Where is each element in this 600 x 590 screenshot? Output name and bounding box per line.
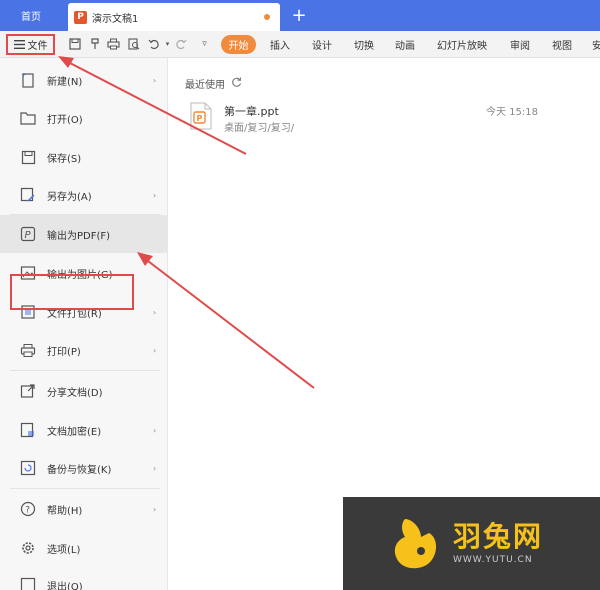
tab-design[interactable]: 设计 <box>312 35 332 54</box>
menu-item-label: 另存为(A) <box>47 191 92 203</box>
ppt-file-icon: P <box>190 102 212 130</box>
customize-dropdown-icon[interactable]: ▿ <box>197 36 212 51</box>
tab-security[interactable]: 安 <box>592 35 600 54</box>
svg-text:P: P <box>25 230 32 241</box>
chevron-right-icon: › <box>153 425 157 435</box>
print-preview-icon[interactable] <box>126 36 141 51</box>
menu-item-label: 文档加密(E) <box>47 426 102 438</box>
menu-item-label: 输出为PDF(F) <box>47 230 111 242</box>
unsaved-dot-icon <box>264 14 270 20</box>
menu-divider <box>10 370 160 371</box>
menu-item-label: 打印(P) <box>47 346 81 358</box>
tab-review[interactable]: 审阅 <box>510 35 530 54</box>
menu-item-share[interactable]: 分享文档(D) <box>0 372 168 410</box>
menu-item-label: 新建(N) <box>47 76 83 88</box>
new-file-icon: + <box>19 71 37 89</box>
menu-item-label: 保存(S) <box>47 153 82 165</box>
tab-view[interactable]: 视图 <box>552 35 572 54</box>
menu-divider <box>10 488 160 489</box>
chevron-right-icon: › <box>153 463 157 473</box>
menu-item-save[interactable]: 保存(S) <box>0 138 168 176</box>
print-icon[interactable] <box>106 36 121 51</box>
lock-doc-icon <box>19 421 37 439</box>
tab-document[interactable]: P 演示文稿1 <box>68 3 280 31</box>
menu-item-label: 选项(L) <box>47 544 81 556</box>
watermark-logo: 羽兔网 WWW.YUTU.CN <box>343 497 600 590</box>
toolbar: 文件 ▾ ▿ 开始 插入 设计 切换 动画 幻灯片放映 审阅 视图 安 <box>0 31 600 58</box>
recent-file-path: 桌面/复习/复习/ <box>224 123 295 134</box>
menu-item-options[interactable]: 选项(L) <box>0 529 168 567</box>
menu-item-label: 帮助(H) <box>47 505 83 517</box>
chevron-right-icon: › <box>153 190 157 200</box>
tab-home[interactable]: 首页 <box>0 0 62 31</box>
svg-text:+: + <box>21 72 26 79</box>
chevron-right-icon: › <box>153 75 157 85</box>
file-menu-label: 文件 <box>27 41 48 52</box>
recent-title: 最近使用 <box>185 80 225 91</box>
arrow-to-pdf <box>147 260 315 389</box>
folder-icon <box>19 109 37 127</box>
menu-item-encrypt[interactable]: 文档加密(E) › <box>0 411 168 449</box>
menu-item-save-as[interactable]: 另存为(A) › <box>0 176 168 214</box>
save-icon <box>19 148 37 166</box>
app-window: 首页 P 演示文稿1 + 文件 ▾ ▿ 开始 插入 设计 切换 动画 幻灯片放映… <box>0 0 600 590</box>
menu-item-label: 打开(O) <box>47 114 83 126</box>
exit-icon <box>19 576 37 590</box>
file-menu-panel: + 新建(N) › 打开(O) 保存(S) 另存为(A) › P 输出为PDF(… <box>0 58 168 590</box>
format-painter-icon[interactable] <box>87 36 102 51</box>
backup-icon <box>19 459 37 477</box>
tab-start[interactable]: 开始 <box>221 35 256 54</box>
save-as-icon <box>19 186 37 204</box>
gear-icon <box>19 539 37 557</box>
tab-bar: 首页 P 演示文稿1 + <box>0 0 600 31</box>
watermark-text: 羽兔网 <box>453 520 544 553</box>
save-icon[interactable] <box>67 36 82 51</box>
menu-item-open[interactable]: 打开(O) <box>0 99 168 137</box>
hamburger-icon <box>13 40 25 49</box>
chevron-right-icon: › <box>153 504 157 514</box>
help-icon: ? <box>19 500 37 518</box>
refresh-icon[interactable] <box>231 76 242 91</box>
undo-icon[interactable] <box>146 36 161 51</box>
menu-item-label: 退出(Q) <box>47 582 83 590</box>
menu-item-exit[interactable]: 退出(Q) <box>0 567 168 590</box>
recent-file-time: 今天 15:18 <box>486 107 538 118</box>
chevron-right-icon: › <box>153 345 157 355</box>
menu-item-print[interactable]: 打印(P) › <box>0 331 168 369</box>
tab-insert[interactable]: 插入 <box>270 35 290 54</box>
menu-item-label: 分享文档(D) <box>47 387 103 399</box>
pdf-icon: P <box>19 225 37 243</box>
svg-text:?: ? <box>25 506 30 516</box>
chevron-right-icon: › <box>153 307 157 317</box>
menu-item-help[interactable]: ? 帮助(H) › <box>0 490 168 528</box>
new-tab-button[interactable]: + <box>288 2 310 28</box>
menu-item-backup[interactable]: 备份与恢复(K) › <box>0 449 168 487</box>
share-icon <box>19 382 37 400</box>
redo-icon[interactable] <box>173 36 188 51</box>
recent-header: 最近使用 <box>185 76 242 91</box>
menu-item-export-pdf[interactable]: P 输出为PDF(F) <box>0 215 168 253</box>
file-menu-button[interactable]: 文件 <box>6 34 55 55</box>
recent-file-name: 第一章.ppt <box>224 105 279 118</box>
menu-item-label: 备份与恢复(K) <box>47 464 112 476</box>
tab-document-label: 演示文稿1 <box>92 13 139 25</box>
tab-slideshow[interactable]: 幻灯片放映 <box>437 35 487 54</box>
tab-transition[interactable]: 切换 <box>354 35 374 54</box>
watermark-url: WWW.YUTU.CN <box>453 555 533 565</box>
recent-file-item[interactable]: P 第一章.ppt 桌面/复习/复习/ 今天 15:18 <box>190 102 550 136</box>
ppt-icon: P <box>74 10 87 24</box>
tab-animation[interactable]: 动画 <box>395 35 415 54</box>
pdf-highlight-frame <box>10 274 134 310</box>
print-icon <box>19 341 37 359</box>
menu-item-new[interactable]: + 新建(N) › <box>0 61 168 99</box>
svg-text:P: P <box>197 114 203 123</box>
rabbit-logo-icon <box>394 519 437 569</box>
